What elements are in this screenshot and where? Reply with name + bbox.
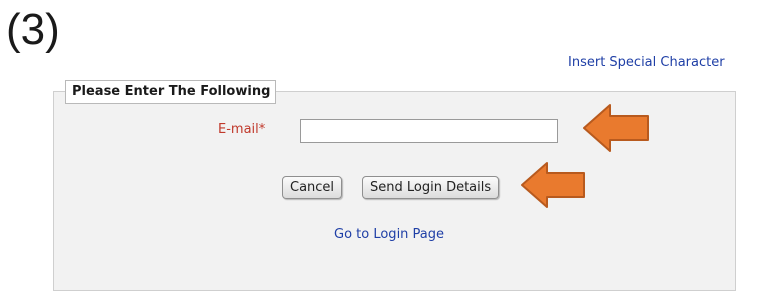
arrow-left-icon xyxy=(521,162,585,208)
send-login-details-button[interactable]: Send Login Details xyxy=(362,176,500,199)
go-to-login-page-link[interactable]: Go to Login Page xyxy=(334,227,444,242)
cancel-button[interactable]: Cancel xyxy=(282,176,343,199)
form-legend: Please Enter The Following xyxy=(65,80,277,104)
arrow-left-icon xyxy=(583,104,649,152)
email-label: E-mail* xyxy=(218,122,266,137)
insert-special-character-link[interactable]: Insert Special Character xyxy=(568,55,725,70)
email-input[interactable] xyxy=(300,119,558,143)
step-number-label: (3) xyxy=(6,5,60,54)
